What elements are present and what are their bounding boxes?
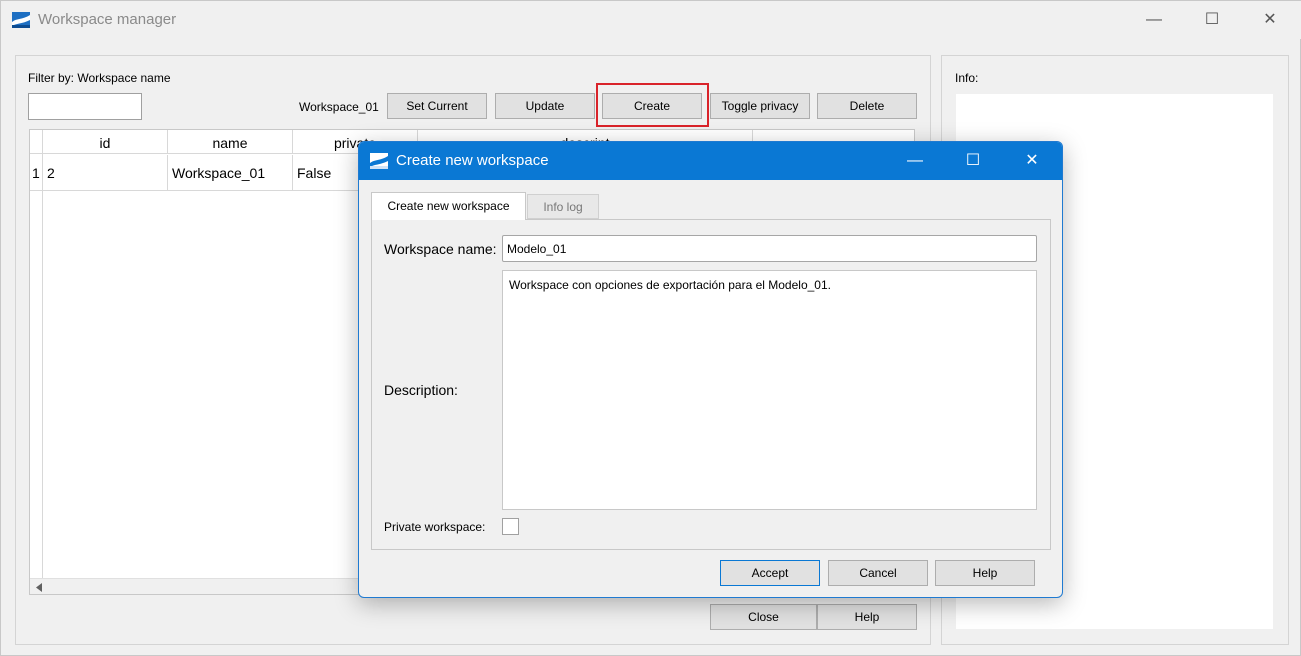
dialog-maximize-icon[interactable]: ☐ [950, 142, 996, 180]
create-button[interactable]: Create [602, 93, 702, 119]
set-current-button[interactable]: Set Current [387, 93, 487, 119]
close-icon[interactable]: ✕ [1247, 1, 1293, 39]
delete-button[interactable]: Delete [817, 93, 917, 119]
scroll-left-icon[interactable] [35, 583, 43, 592]
help-button[interactable]: Help [817, 604, 917, 630]
row-header-corner [30, 130, 43, 154]
filter-label: Filter by: Workspace name [28, 71, 171, 85]
minimize-icon[interactable]: — [1131, 1, 1177, 39]
info-label: Info: [955, 71, 979, 85]
dialog-close-icon[interactable]: ✕ [1009, 142, 1055, 180]
dialog-title-bar: Create new workspace — ☐ ✕ [359, 142, 1062, 180]
table-cell-name[interactable]: Workspace_01 [168, 155, 293, 191]
app-logo-icon [12, 12, 30, 28]
column-header-name[interactable]: name [168, 130, 293, 154]
window-title: Workspace manager [38, 11, 177, 28]
row-header-strip [30, 154, 43, 594]
dialog-minimize-icon[interactable]: — [892, 142, 938, 180]
close-button[interactable]: Close [710, 604, 817, 630]
column-header-id[interactable]: id [43, 130, 168, 154]
toggle-privacy-button[interactable]: Toggle privacy [710, 93, 810, 119]
workspace-name-input[interactable]: Modelo_01 [502, 235, 1037, 262]
tab-create-new-workspace[interactable]: Create new workspace [371, 192, 526, 220]
filter-input[interactable] [28, 93, 142, 120]
workspace-name-label: Workspace name: [384, 241, 497, 257]
description-label: Description: [384, 382, 458, 398]
maximize-icon[interactable]: ☐ [1189, 1, 1235, 39]
cancel-button[interactable]: Cancel [828, 560, 928, 586]
dialog-help-button[interactable]: Help [935, 560, 1035, 586]
table-cell-id[interactable]: 2 [43, 155, 168, 191]
row-number[interactable]: 1 [30, 155, 43, 191]
tab-info-log[interactable]: Info log [527, 194, 599, 219]
dialog-app-logo-icon [370, 153, 388, 169]
dialog-title: Create new workspace [396, 152, 549, 169]
update-button[interactable]: Update [495, 93, 595, 119]
accept-button[interactable]: Accept [720, 560, 820, 586]
current-workspace-label: Workspace_01 [299, 100, 379, 114]
private-workspace-label: Private workspace: [384, 520, 486, 534]
private-workspace-checkbox[interactable] [502, 518, 519, 535]
description-textarea[interactable]: Workspace con opciones de exportación pa… [502, 270, 1037, 510]
create-workspace-dialog: Create new workspace — ☐ ✕ Create new wo… [358, 141, 1063, 598]
title-bar: Workspace manager — ☐ ✕ [1, 1, 1301, 39]
